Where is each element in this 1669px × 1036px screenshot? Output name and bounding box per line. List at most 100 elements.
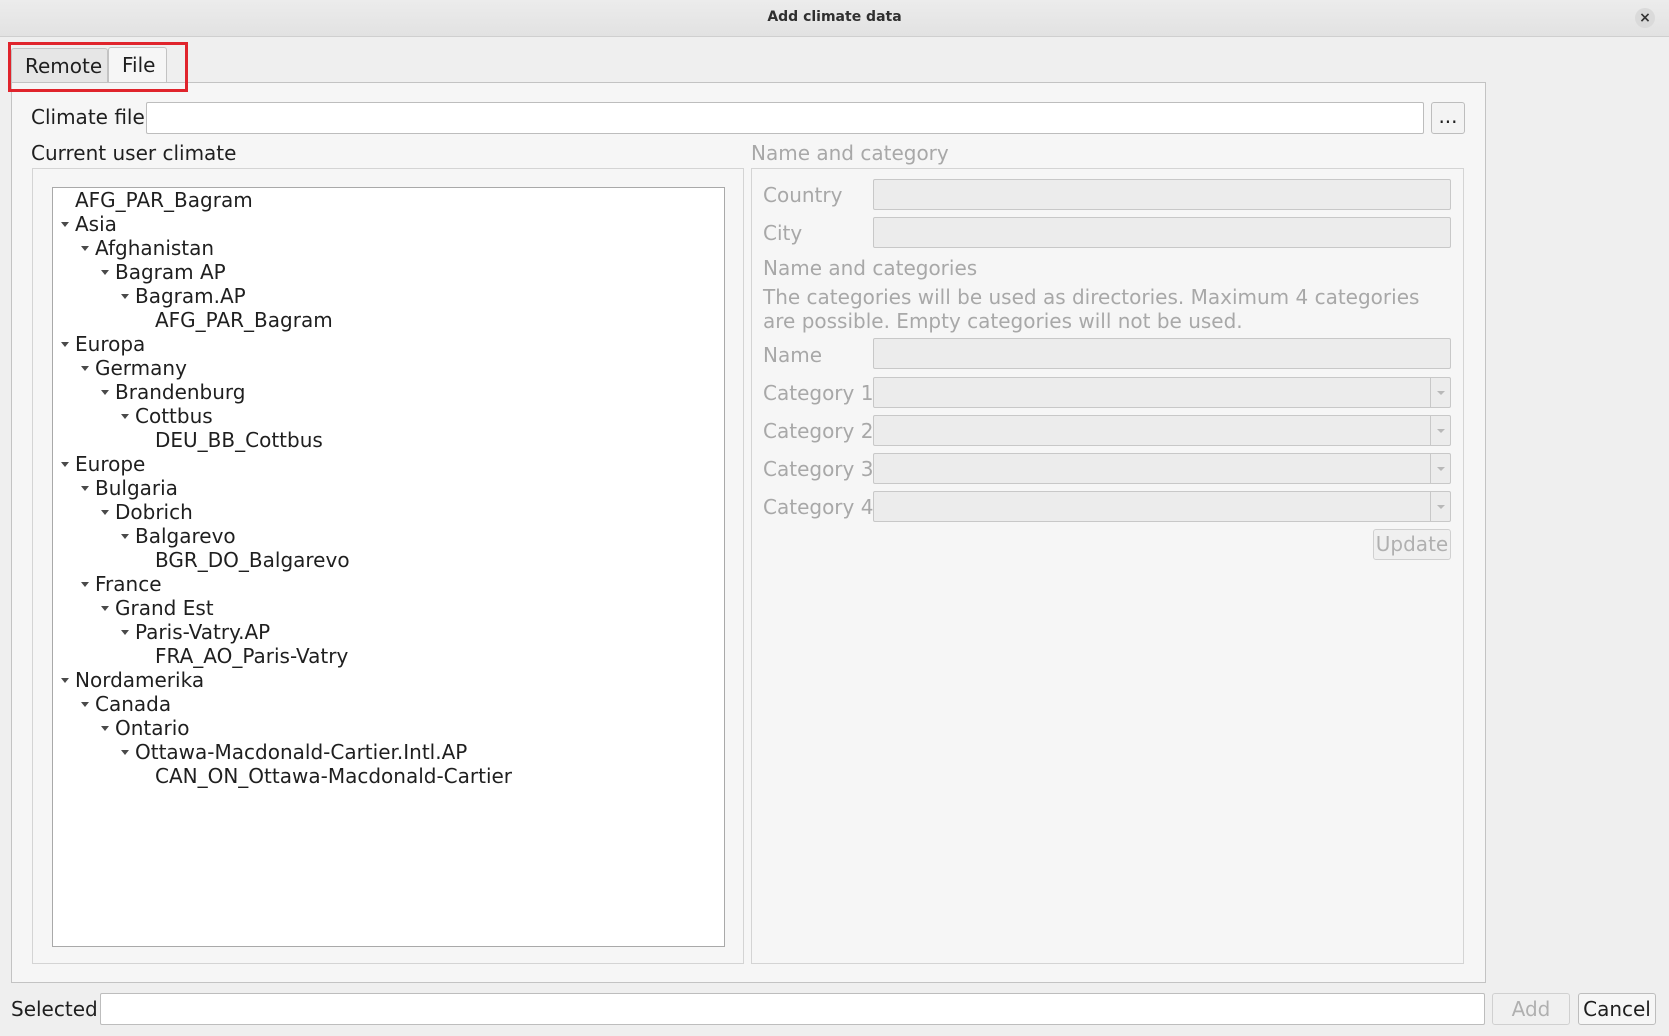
category-3-label: Category 3 [763,457,874,481]
tree-item[interactable]: Cottbus [53,404,724,428]
chevron-down-icon[interactable] [101,726,109,731]
chevron-down-icon[interactable] [121,294,129,299]
tree-item-label: Ontario [115,716,190,740]
chevron-down-icon[interactable] [61,342,69,347]
window-title: Add climate data [767,9,902,25]
add-button[interactable]: Add [1492,993,1570,1025]
tree-item[interactable]: Bagram AP [53,260,724,284]
country-input[interactable] [873,179,1451,210]
category-1-label: Category 1 [763,381,874,405]
categories-description: The categories will be used as directori… [763,285,1420,333]
tree-item-label: AFG_PAR_Bagram [155,308,333,332]
tree-item[interactable]: Paris-Vatry.AP [53,620,724,644]
tree-item[interactable]: Europe [53,452,724,476]
tree-item-label: Brandenburg [115,380,246,404]
category-2-combo[interactable] [873,415,1451,446]
tree-item[interactable]: AFG_PAR_Bagram [53,308,724,332]
tree-item-label: Dobrich [115,500,193,524]
tree-item-label: CAN_ON_Ottawa-Macdonald-Cartier [155,764,513,788]
tree-item[interactable]: Brandenburg [53,380,724,404]
category-1-combo[interactable] [873,377,1451,408]
tree-item[interactable]: Asia [53,212,724,236]
climate-tree[interactable]: AFG_PAR_Bagram Asia Afghanistan Bagram AP Ba… [52,187,725,947]
tree-item-label: Balgarevo [135,524,236,548]
selected-input[interactable] [100,993,1485,1025]
tree-item-label: Nordamerika [75,668,205,692]
tree-item[interactable]: DEU_BB_Cottbus [53,428,724,452]
city-input[interactable] [873,217,1451,248]
chevron-down-icon[interactable] [81,702,89,707]
tree-item-label: Asia [75,212,117,236]
climate-file-label: Climate file [31,105,145,129]
name-categories-subheading: Name and categories [763,256,978,280]
chevron-down-icon[interactable] [121,750,129,755]
country-label: Country [763,183,843,207]
chevron-down-icon [1430,454,1450,483]
tree-item-label: Bagram AP [115,260,226,284]
chevron-down-icon[interactable] [101,510,109,515]
name-category-title: Name and category [751,141,949,165]
tree-item[interactable]: Balgarevo [53,524,724,548]
tree-item[interactable]: FRA_AO_Paris-Vatry [53,644,724,668]
tree-item[interactable]: Ottawa-Macdonald-Cartier.Intl.AP [53,740,724,764]
selected-label: Selected [11,997,98,1021]
tree-item[interactable]: Nordamerika [53,668,724,692]
tree-item-label: Germany [95,356,187,380]
chevron-down-icon [1430,492,1450,521]
chevron-down-icon[interactable] [81,366,89,371]
chevron-down-icon[interactable] [101,606,109,611]
tree-item[interactable]: BGR_DO_Balgarevo [53,548,724,572]
chevron-down-icon[interactable] [61,222,69,227]
tree-item-label: Paris-Vatry.AP [135,620,271,644]
chevron-down-icon[interactable] [121,534,129,539]
tree-item-label: France [95,572,162,596]
tree-item[interactable]: Canada [53,692,724,716]
chevron-down-icon[interactable] [81,246,89,251]
current-user-climate-label: Current user climate [31,141,237,165]
tree-item[interactable]: Dobrich [53,500,724,524]
chevron-down-icon[interactable] [121,414,129,419]
tree-item-label: Bagram.AP [135,284,246,308]
tree-item[interactable]: Germany [53,356,724,380]
tree-item[interactable]: Bagram.AP [53,284,724,308]
tab-highlight-box [8,42,188,92]
tree-item[interactable]: AFG_PAR_Bagram [53,188,724,212]
tree-item-label: BGR_DO_Balgarevo [155,548,350,572]
name-input[interactable] [873,338,1451,369]
chevron-down-icon[interactable] [121,630,129,635]
category-4-combo[interactable] [873,491,1451,522]
close-icon[interactable]: × [1635,8,1655,28]
tree-item-label: Afghanistan [95,236,215,260]
name-label: Name [763,343,823,367]
cancel-button[interactable]: Cancel [1578,993,1656,1025]
browse-button[interactable]: ... [1431,102,1465,134]
category-4-label: Category 4 [763,495,874,519]
tree-item-label: Europa [75,332,146,356]
chevron-down-icon[interactable] [101,390,109,395]
tree-item[interactable]: France [53,572,724,596]
climate-file-input[interactable] [146,102,1424,134]
tree-item-label: Europe [75,452,146,476]
update-button[interactable]: Update [1373,529,1451,560]
tree-item[interactable]: Grand Est [53,596,724,620]
tree-item-label: Bulgaria [95,476,178,500]
tree-item[interactable]: Ontario [53,716,724,740]
tree-item[interactable]: Europa [53,332,724,356]
chevron-down-icon[interactable] [81,582,89,587]
tree-item-label: Cottbus [135,404,213,428]
chevron-down-icon[interactable] [61,678,69,683]
tree-item[interactable]: Afghanistan [53,236,724,260]
tree-item[interactable]: Bulgaria [53,476,724,500]
tree-item-label: DEU_BB_Cottbus [155,428,323,452]
chevron-down-icon[interactable] [61,462,69,467]
tree-item-label: Grand Est [115,596,214,620]
category-3-combo[interactable] [873,453,1451,484]
chevron-down-icon [1430,378,1450,407]
chevron-down-icon [1430,416,1450,445]
tree-item[interactable]: CAN_ON_Ottawa-Macdonald-Cartier [53,764,724,788]
chevron-down-icon[interactable] [101,270,109,275]
tree-item-label: Ottawa-Macdonald-Cartier.Intl.AP [135,740,468,764]
chevron-down-icon[interactable] [81,486,89,491]
tree-item-label: AFG_PAR_Bagram [75,188,253,212]
title-bar: Add climate data × [0,0,1669,37]
